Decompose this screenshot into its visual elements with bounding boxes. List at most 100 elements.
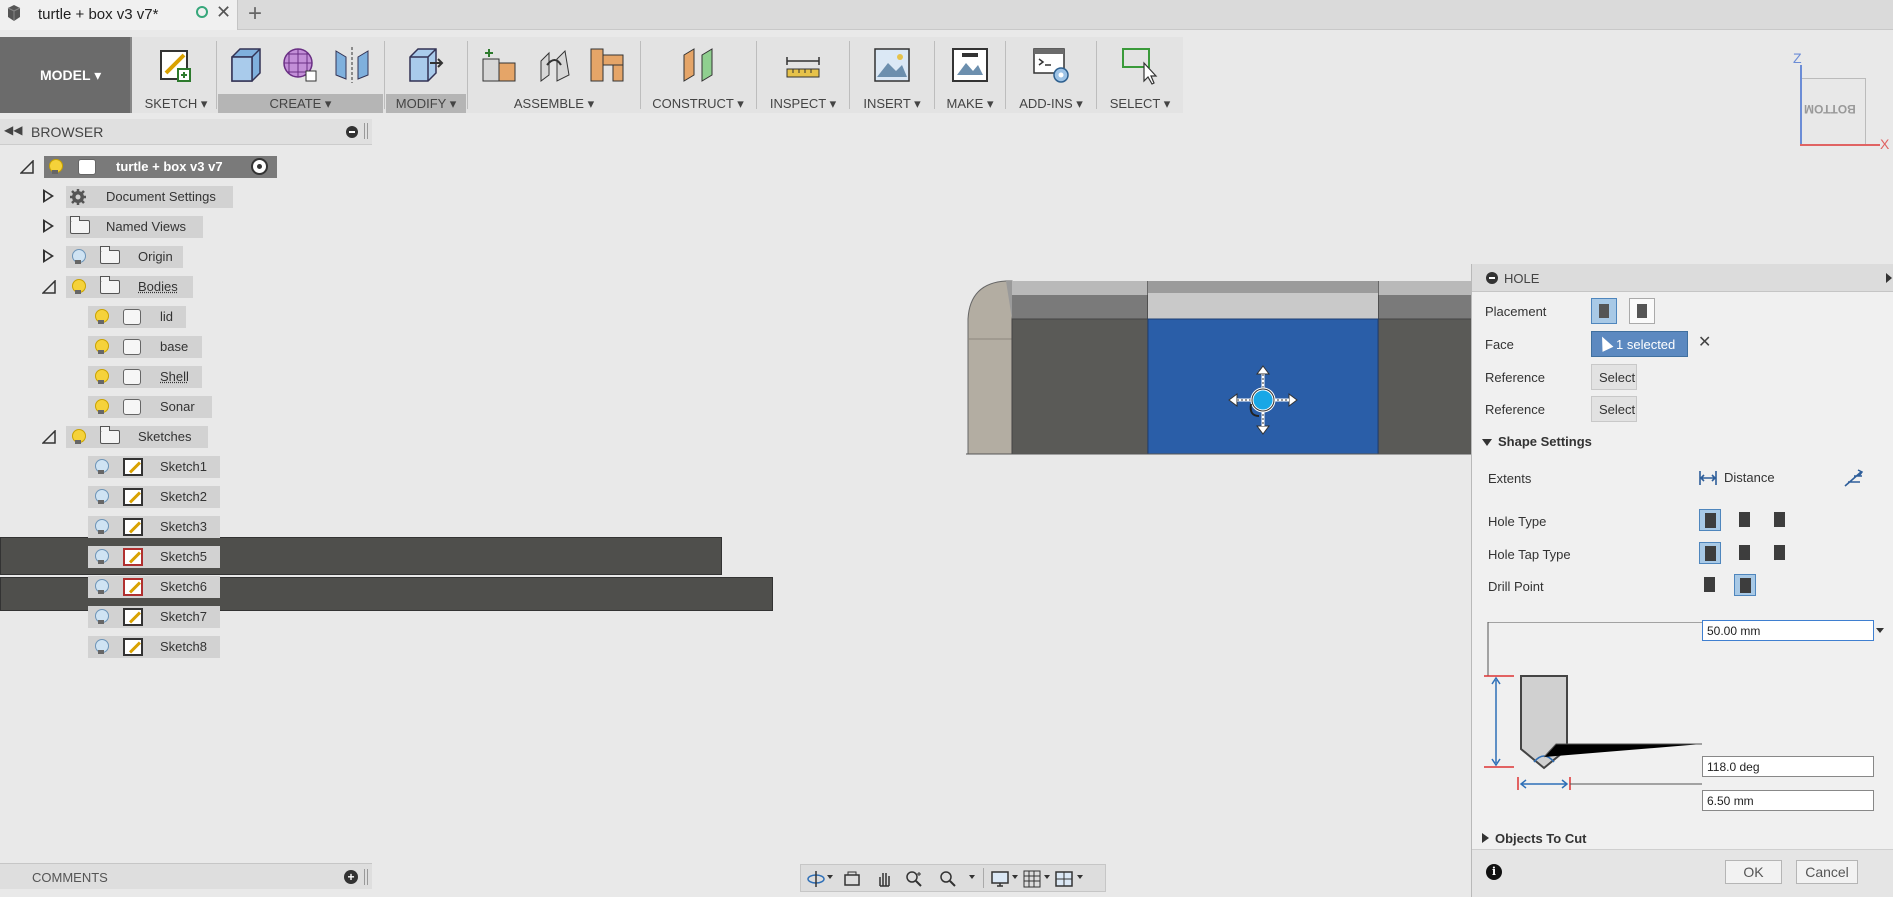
- orbit-dropdown-icon[interactable]: [827, 875, 833, 879]
- modify-menu[interactable]: MODIFY ▾: [386, 94, 466, 113]
- countersink-hole-icon[interactable]: [1769, 509, 1791, 531]
- extents-dropdown[interactable]: Distance: [1698, 468, 1818, 488]
- create-sketch-icon[interactable]: [156, 45, 196, 85]
- multiple-hole-placement-icon[interactable]: [1629, 298, 1655, 324]
- comments-pin-handle[interactable]: [364, 869, 368, 885]
- visibility-bulb-icon[interactable]: [95, 399, 109, 415]
- browser-item-sketch8[interactable]: Sketch8: [88, 636, 220, 658]
- clearance-tap-icon[interactable]: [1734, 542, 1756, 564]
- look-at-icon[interactable]: [843, 870, 861, 888]
- collapse-browser-icon[interactable]: ◀◀: [4, 123, 22, 137]
- browser-item-body-sonar[interactable]: Sonar: [88, 396, 212, 418]
- tapped-hole-icon[interactable]: [1769, 542, 1791, 564]
- counterbore-hole-icon[interactable]: [1734, 509, 1756, 531]
- clear-selection-icon[interactable]: ✕: [1698, 332, 1711, 352]
- close-tab-icon[interactable]: ✕: [216, 2, 231, 23]
- browser-item-sketches[interactable]: Sketches: [66, 426, 208, 448]
- insert-image-icon[interactable]: [872, 45, 912, 85]
- minimize-browser-icon[interactable]: [346, 126, 358, 138]
- flip-direction-icon[interactable]: [1842, 468, 1864, 490]
- visibility-bulb-icon[interactable]: [95, 519, 109, 535]
- shape-settings-section[interactable]: Shape Settings: [1482, 434, 1592, 449]
- orbit-icon[interactable]: [807, 870, 825, 888]
- viewports-icon[interactable]: [1055, 870, 1073, 888]
- single-hole-placement-icon[interactable]: [1591, 298, 1617, 324]
- display-settings-icon[interactable]: [991, 870, 1009, 888]
- expand-dialog-icon[interactable]: [1886, 273, 1892, 283]
- 3d-print-icon[interactable]: [950, 45, 990, 85]
- document-tab[interactable]: turtle + box v3 v7* ✕: [0, 0, 238, 30]
- reference2-select-button[interactable]: Select: [1591, 396, 1637, 422]
- visibility-bulb-icon[interactable]: [95, 609, 109, 625]
- cancel-button[interactable]: Cancel: [1796, 860, 1858, 884]
- hole-depth-input[interactable]: 50.00 mm: [1702, 620, 1874, 641]
- visibility-bulb-icon[interactable]: [95, 489, 109, 505]
- visibility-bulb-icon[interactable]: [95, 579, 109, 595]
- insert-menu[interactable]: INSERT ▾: [851, 94, 933, 113]
- browser-item-bodies[interactable]: Bodies: [66, 276, 193, 298]
- browser-item-document-settings[interactable]: Document Settings: [66, 186, 233, 208]
- browser-item-sketch3[interactable]: Sketch3: [88, 516, 220, 538]
- browser-item-origin[interactable]: Origin: [66, 246, 183, 268]
- add-ins-menu[interactable]: ADD-INS ▾: [1007, 94, 1095, 113]
- ok-button[interactable]: OK: [1725, 860, 1782, 884]
- browser-item-sketch2[interactable]: Sketch2: [88, 486, 220, 508]
- flat-drill-point-icon[interactable]: [1699, 574, 1721, 596]
- sketch-menu[interactable]: SKETCH ▾: [136, 94, 216, 113]
- browser-item-sketch7[interactable]: Sketch7: [88, 606, 220, 628]
- collapse-triangle-icon[interactable]: [42, 280, 56, 294]
- measure-icon[interactable]: [783, 45, 823, 85]
- pan-icon[interactable]: [875, 870, 893, 888]
- assemble-menu[interactable]: ASSEMBLE ▾: [469, 94, 639, 113]
- visibility-bulb-icon[interactable]: [95, 459, 109, 475]
- browser-item-sketch5[interactable]: Sketch5: [88, 546, 220, 568]
- scripts-addins-icon[interactable]: [1031, 45, 1071, 85]
- collapse-triangle-icon[interactable]: [20, 160, 34, 174]
- expand-triangle-icon[interactable]: [43, 249, 54, 263]
- drill-point-angle-input[interactable]: 118.0 deg: [1702, 756, 1874, 777]
- activate-component-icon[interactable]: [251, 158, 268, 175]
- mirror-icon[interactable]: [332, 45, 372, 85]
- objects-to-cut-section[interactable]: Objects To Cut: [1482, 831, 1586, 846]
- collapse-dialog-icon[interactable]: [1486, 272, 1498, 284]
- browser-item-body-lid[interactable]: lid: [88, 306, 186, 328]
- extrude-icon[interactable]: [226, 45, 266, 85]
- expand-triangle-icon[interactable]: [43, 219, 54, 233]
- visibility-bulb-icon[interactable]: [72, 429, 86, 445]
- visibility-bulb-icon[interactable]: [95, 639, 109, 655]
- visibility-bulb-icon[interactable]: [72, 279, 86, 295]
- viewports-dropdown-icon[interactable]: [1077, 875, 1083, 879]
- browser-item-named-views[interactable]: Named Views: [66, 216, 203, 238]
- browser-item-sketch1[interactable]: Sketch1: [88, 456, 220, 478]
- workspace-switcher[interactable]: MODEL ▾: [0, 37, 132, 113]
- visibility-bulb-icon[interactable]: [95, 339, 109, 355]
- browser-item-body-base[interactable]: base: [88, 336, 202, 358]
- press-pull-icon[interactable]: [406, 45, 446, 85]
- offset-plane-icon[interactable]: [678, 45, 718, 85]
- fit-icon[interactable]: [939, 870, 957, 888]
- info-icon[interactable]: i: [1486, 864, 1502, 880]
- select-icon[interactable]: [1120, 45, 1160, 85]
- simple-tap-icon[interactable]: [1699, 542, 1721, 564]
- browser-root-node[interactable]: turtle + box v3 v7: [44, 156, 277, 178]
- hole-center-manipulator-icon[interactable]: [1225, 362, 1301, 438]
- visibility-bulb-icon[interactable]: [49, 159, 63, 175]
- visibility-bulb-icon[interactable]: [95, 309, 109, 325]
- create-form-icon[interactable]: [280, 45, 320, 85]
- browser-item-sketch6[interactable]: Sketch6: [88, 576, 220, 598]
- collapse-triangle-icon[interactable]: [42, 430, 56, 444]
- visibility-bulb-icon[interactable]: [95, 369, 109, 385]
- zoom-icon[interactable]: [905, 870, 923, 888]
- construct-menu[interactable]: CONSTRUCT ▾: [642, 94, 754, 113]
- depth-dropdown-icon[interactable]: [1876, 628, 1884, 633]
- angled-drill-point-icon[interactable]: [1734, 574, 1756, 596]
- browser-item-body-shell[interactable]: Shell: [88, 366, 202, 388]
- zoom-dropdown-icon[interactable]: [969, 875, 975, 879]
- reference1-select-button[interactable]: Select: [1591, 364, 1637, 390]
- simple-hole-icon[interactable]: [1699, 509, 1721, 531]
- new-tab-icon[interactable]: +: [248, 0, 262, 28]
- add-comment-icon[interactable]: +: [344, 870, 358, 884]
- visibility-bulb-icon[interactable]: [95, 549, 109, 565]
- visibility-bulb-icon[interactable]: [72, 249, 86, 265]
- grid-icon[interactable]: [1023, 870, 1041, 888]
